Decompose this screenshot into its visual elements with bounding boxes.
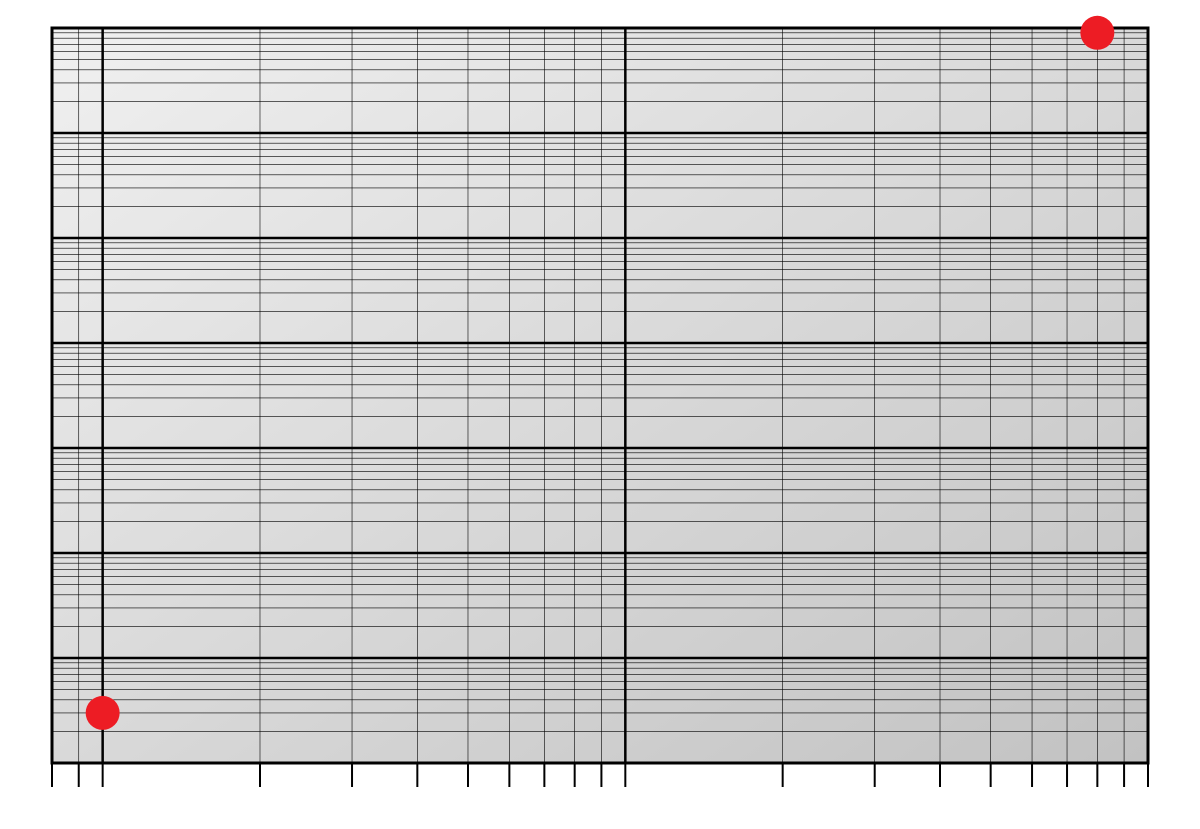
- log-log-chart: [0, 0, 1200, 829]
- data-point: [1080, 16, 1114, 50]
- data-point: [86, 696, 120, 730]
- ticks: [52, 763, 1148, 787]
- plot-background: [52, 28, 1148, 763]
